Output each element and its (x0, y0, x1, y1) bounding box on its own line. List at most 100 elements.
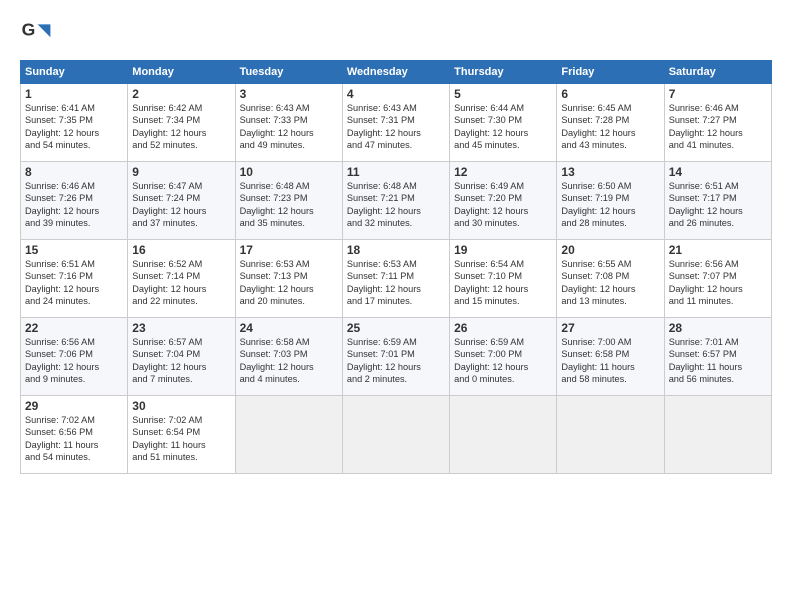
calendar-cell: 3Sunrise: 6:43 AMSunset: 7:33 PMDaylight… (235, 84, 342, 162)
calendar-cell: 2Sunrise: 6:42 AMSunset: 7:34 PMDaylight… (128, 84, 235, 162)
header-cell-tuesday: Tuesday (235, 61, 342, 84)
day-number: 20 (561, 243, 659, 257)
header-cell-friday: Friday (557, 61, 664, 84)
calendar-cell: 19Sunrise: 6:54 AMSunset: 7:10 PMDayligh… (450, 240, 557, 318)
day-number: 5 (454, 87, 552, 101)
day-info: Sunrise: 6:46 AMSunset: 7:26 PMDaylight:… (25, 180, 123, 230)
day-number: 13 (561, 165, 659, 179)
day-info: Sunrise: 6:46 AMSunset: 7:27 PMDaylight:… (669, 102, 767, 152)
day-number: 11 (347, 165, 445, 179)
calendar-cell: 30Sunrise: 7:02 AMSunset: 6:54 PMDayligh… (128, 396, 235, 474)
calendar-cell: 26Sunrise: 6:59 AMSunset: 7:00 PMDayligh… (450, 318, 557, 396)
day-number: 25 (347, 321, 445, 335)
calendar-cell: 8Sunrise: 6:46 AMSunset: 7:26 PMDaylight… (21, 162, 128, 240)
day-info: Sunrise: 7:02 AMSunset: 6:54 PMDaylight:… (132, 414, 230, 464)
day-info: Sunrise: 6:57 AMSunset: 7:04 PMDaylight:… (132, 336, 230, 386)
calendar-cell: 17Sunrise: 6:53 AMSunset: 7:13 PMDayligh… (235, 240, 342, 318)
logo-icon: G (20, 18, 52, 50)
day-number: 12 (454, 165, 552, 179)
day-number: 21 (669, 243, 767, 257)
day-number: 17 (240, 243, 338, 257)
header-cell-saturday: Saturday (664, 61, 771, 84)
day-info: Sunrise: 6:53 AMSunset: 7:11 PMDaylight:… (347, 258, 445, 308)
header-cell-wednesday: Wednesday (342, 61, 449, 84)
day-info: Sunrise: 6:42 AMSunset: 7:34 PMDaylight:… (132, 102, 230, 152)
calendar-cell: 29Sunrise: 7:02 AMSunset: 6:56 PMDayligh… (21, 396, 128, 474)
page: G SundayMondayTuesdayWednesdayThursdayFr… (0, 0, 792, 612)
header: G (20, 18, 772, 50)
day-info: Sunrise: 6:52 AMSunset: 7:14 PMDaylight:… (132, 258, 230, 308)
day-number: 23 (132, 321, 230, 335)
calendar-cell: 1Sunrise: 6:41 AMSunset: 7:35 PMDaylight… (21, 84, 128, 162)
calendar-cell: 24Sunrise: 6:58 AMSunset: 7:03 PMDayligh… (235, 318, 342, 396)
day-number: 22 (25, 321, 123, 335)
day-info: Sunrise: 6:43 AMSunset: 7:31 PMDaylight:… (347, 102, 445, 152)
day-info: Sunrise: 6:43 AMSunset: 7:33 PMDaylight:… (240, 102, 338, 152)
day-info: Sunrise: 6:41 AMSunset: 7:35 PMDaylight:… (25, 102, 123, 152)
day-number: 6 (561, 87, 659, 101)
day-info: Sunrise: 6:58 AMSunset: 7:03 PMDaylight:… (240, 336, 338, 386)
calendar-cell: 18Sunrise: 6:53 AMSunset: 7:11 PMDayligh… (342, 240, 449, 318)
day-info: Sunrise: 6:44 AMSunset: 7:30 PMDaylight:… (454, 102, 552, 152)
calendar-cell: 6Sunrise: 6:45 AMSunset: 7:28 PMDaylight… (557, 84, 664, 162)
day-info: Sunrise: 6:48 AMSunset: 7:23 PMDaylight:… (240, 180, 338, 230)
calendar-cell: 25Sunrise: 6:59 AMSunset: 7:01 PMDayligh… (342, 318, 449, 396)
calendar-cell: 23Sunrise: 6:57 AMSunset: 7:04 PMDayligh… (128, 318, 235, 396)
day-info: Sunrise: 7:01 AMSunset: 6:57 PMDaylight:… (669, 336, 767, 386)
calendar-cell: 15Sunrise: 6:51 AMSunset: 7:16 PMDayligh… (21, 240, 128, 318)
day-number: 24 (240, 321, 338, 335)
calendar-cell: 5Sunrise: 6:44 AMSunset: 7:30 PMDaylight… (450, 84, 557, 162)
day-info: Sunrise: 6:48 AMSunset: 7:21 PMDaylight:… (347, 180, 445, 230)
day-info: Sunrise: 6:53 AMSunset: 7:13 PMDaylight:… (240, 258, 338, 308)
week-row-1: 1Sunrise: 6:41 AMSunset: 7:35 PMDaylight… (21, 84, 772, 162)
week-row-5: 29Sunrise: 7:02 AMSunset: 6:56 PMDayligh… (21, 396, 772, 474)
day-number: 7 (669, 87, 767, 101)
calendar-cell: 21Sunrise: 6:56 AMSunset: 7:07 PMDayligh… (664, 240, 771, 318)
day-number: 10 (240, 165, 338, 179)
svg-text:G: G (22, 20, 36, 40)
day-info: Sunrise: 6:49 AMSunset: 7:20 PMDaylight:… (454, 180, 552, 230)
logo: G (20, 18, 56, 50)
day-number: 16 (132, 243, 230, 257)
day-info: Sunrise: 6:59 AMSunset: 7:01 PMDaylight:… (347, 336, 445, 386)
calendar-cell (342, 396, 449, 474)
day-number: 4 (347, 87, 445, 101)
day-info: Sunrise: 6:50 AMSunset: 7:19 PMDaylight:… (561, 180, 659, 230)
day-number: 14 (669, 165, 767, 179)
calendar-cell (235, 396, 342, 474)
day-info: Sunrise: 7:02 AMSunset: 6:56 PMDaylight:… (25, 414, 123, 464)
day-info: Sunrise: 6:51 AMSunset: 7:16 PMDaylight:… (25, 258, 123, 308)
day-info: Sunrise: 6:45 AMSunset: 7:28 PMDaylight:… (561, 102, 659, 152)
calendar-cell: 16Sunrise: 6:52 AMSunset: 7:14 PMDayligh… (128, 240, 235, 318)
day-number: 27 (561, 321, 659, 335)
calendar-cell: 28Sunrise: 7:01 AMSunset: 6:57 PMDayligh… (664, 318, 771, 396)
calendar-cell: 11Sunrise: 6:48 AMSunset: 7:21 PMDayligh… (342, 162, 449, 240)
week-row-2: 8Sunrise: 6:46 AMSunset: 7:26 PMDaylight… (21, 162, 772, 240)
calendar-cell: 12Sunrise: 6:49 AMSunset: 7:20 PMDayligh… (450, 162, 557, 240)
header-row: SundayMondayTuesdayWednesdayThursdayFrid… (21, 61, 772, 84)
week-row-3: 15Sunrise: 6:51 AMSunset: 7:16 PMDayligh… (21, 240, 772, 318)
calendar-cell: 20Sunrise: 6:55 AMSunset: 7:08 PMDayligh… (557, 240, 664, 318)
calendar-cell: 4Sunrise: 6:43 AMSunset: 7:31 PMDaylight… (342, 84, 449, 162)
day-info: Sunrise: 6:54 AMSunset: 7:10 PMDaylight:… (454, 258, 552, 308)
day-info: Sunrise: 7:00 AMSunset: 6:58 PMDaylight:… (561, 336, 659, 386)
day-number: 8 (25, 165, 123, 179)
calendar-table: SundayMondayTuesdayWednesdayThursdayFrid… (20, 60, 772, 474)
day-number: 29 (25, 399, 123, 413)
calendar-cell: 13Sunrise: 6:50 AMSunset: 7:19 PMDayligh… (557, 162, 664, 240)
header-cell-monday: Monday (128, 61, 235, 84)
day-number: 1 (25, 87, 123, 101)
calendar-cell (664, 396, 771, 474)
day-number: 19 (454, 243, 552, 257)
day-info: Sunrise: 6:47 AMSunset: 7:24 PMDaylight:… (132, 180, 230, 230)
calendar-cell (557, 396, 664, 474)
calendar-cell: 7Sunrise: 6:46 AMSunset: 7:27 PMDaylight… (664, 84, 771, 162)
calendar-cell: 22Sunrise: 6:56 AMSunset: 7:06 PMDayligh… (21, 318, 128, 396)
calendar-cell: 14Sunrise: 6:51 AMSunset: 7:17 PMDayligh… (664, 162, 771, 240)
week-row-4: 22Sunrise: 6:56 AMSunset: 7:06 PMDayligh… (21, 318, 772, 396)
day-number: 3 (240, 87, 338, 101)
day-info: Sunrise: 6:59 AMSunset: 7:00 PMDaylight:… (454, 336, 552, 386)
day-info: Sunrise: 6:56 AMSunset: 7:06 PMDaylight:… (25, 336, 123, 386)
calendar-cell: 27Sunrise: 7:00 AMSunset: 6:58 PMDayligh… (557, 318, 664, 396)
day-info: Sunrise: 6:56 AMSunset: 7:07 PMDaylight:… (669, 258, 767, 308)
